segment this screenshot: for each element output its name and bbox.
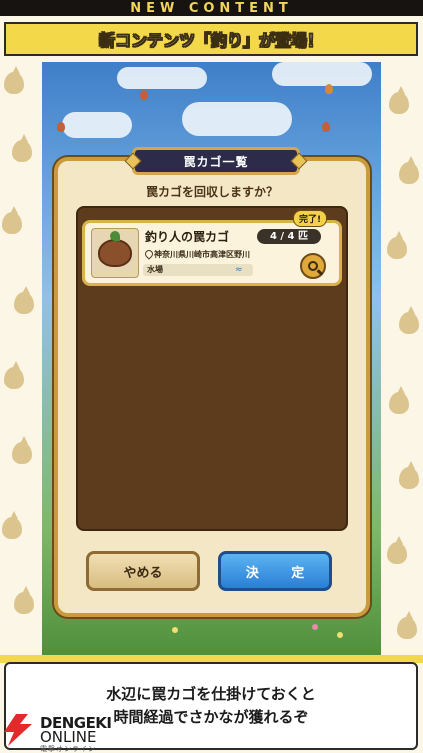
magnifier-icon (308, 261, 318, 271)
lightning-logo-icon (4, 714, 32, 746)
slime-icon (4, 361, 24, 389)
slime-pattern-left (0, 62, 40, 657)
balloon-icon (322, 122, 330, 132)
banner-text: 新コンテンツ「釣り」が登場！ (98, 31, 324, 51)
slime-icon (2, 206, 22, 234)
basket-list: 釣り人の罠カゴ 4 / 4 匹 完了! 神奈川県川崎市高津区野川 水場 ≈ (76, 206, 348, 531)
ornament-icon (290, 152, 308, 170)
spot-type-label: 水場 (147, 265, 163, 274)
slime-icon (387, 231, 407, 259)
balloon-icon (325, 84, 333, 94)
slime-icon (399, 306, 419, 334)
dialog-question: 罠カゴを回収しますか？ (145, 185, 278, 199)
slime-icon (389, 86, 409, 114)
top-header-bar: NEW CONTENT (0, 0, 423, 16)
flower (172, 627, 178, 633)
slime-icon (397, 611, 417, 639)
slime-icon (12, 436, 32, 464)
catch-count: 4 / 4 匹 (257, 229, 321, 244)
location-text: 神奈川県川崎市高津区野川 (154, 250, 250, 259)
slime-icon (14, 286, 34, 314)
game-screen: 罠カゴ一覧 罠カゴを回収しますか？ 釣り人の罠カゴ 4 / 4 匹 完了! 神奈… (42, 62, 381, 657)
cancel-button[interactable]: やめる (86, 551, 200, 591)
item-thumbnail (91, 228, 139, 278)
slime-pattern-right (383, 62, 423, 657)
new-content-title: NEW CONTENT (130, 0, 293, 16)
cloud (182, 102, 292, 136)
trap-basket-icon (98, 231, 132, 267)
slime-icon (14, 586, 34, 614)
location-row: 神奈川県川崎市高津区野川 (145, 248, 295, 261)
list-item[interactable]: 釣り人の罠カゴ 4 / 4 匹 完了! 神奈川県川崎市高津区野川 水場 ≈ (82, 210, 342, 286)
balloon-icon (57, 122, 65, 132)
slime-icon (12, 134, 32, 162)
slime-icon (387, 536, 407, 564)
cloud (272, 62, 372, 86)
caption-line-1: 水辺に罠カゴを仕掛けておくと (106, 685, 316, 703)
slime-icon (4, 66, 24, 94)
flower (337, 632, 343, 638)
confirm-button[interactable]: 決 定 (218, 551, 332, 591)
item-name: 釣り人の罠カゴ (145, 230, 230, 244)
map-pin-icon (145, 250, 152, 259)
dengeki-online-logo: DENGEKI ONLINE 電撃オンライン (0, 712, 140, 753)
trap-basket-dialog: 罠カゴ一覧 罠カゴを回収しますか？ 釣り人の罠カゴ 4 / 4 匹 完了! 神奈… (54, 147, 370, 617)
dialog-title: 罠カゴ一覧 (183, 154, 249, 169)
slime-icon (2, 511, 22, 539)
feature-banner: 新コンテンツ「釣り」が登場！ (4, 22, 418, 56)
flower (312, 624, 318, 630)
balloon-icon (140, 90, 148, 100)
logo-text-kana: 電撃オンライン (40, 745, 96, 753)
slime-icon (399, 156, 419, 184)
ornament-icon (124, 152, 142, 170)
cloud (62, 112, 132, 138)
cloud (117, 67, 207, 89)
complete-badge: 完了! (293, 210, 328, 227)
search-button[interactable] (300, 253, 326, 279)
spot-type-row: 水場 ≈ (143, 264, 253, 276)
water-wave-icon: ≈ (235, 265, 243, 275)
caption-line-2: 時間経過でさかなが獲れるぞ (113, 708, 309, 726)
slime-icon (389, 386, 409, 414)
dialog-title-plate: 罠カゴ一覧 (124, 147, 308, 175)
slime-icon (399, 461, 419, 489)
